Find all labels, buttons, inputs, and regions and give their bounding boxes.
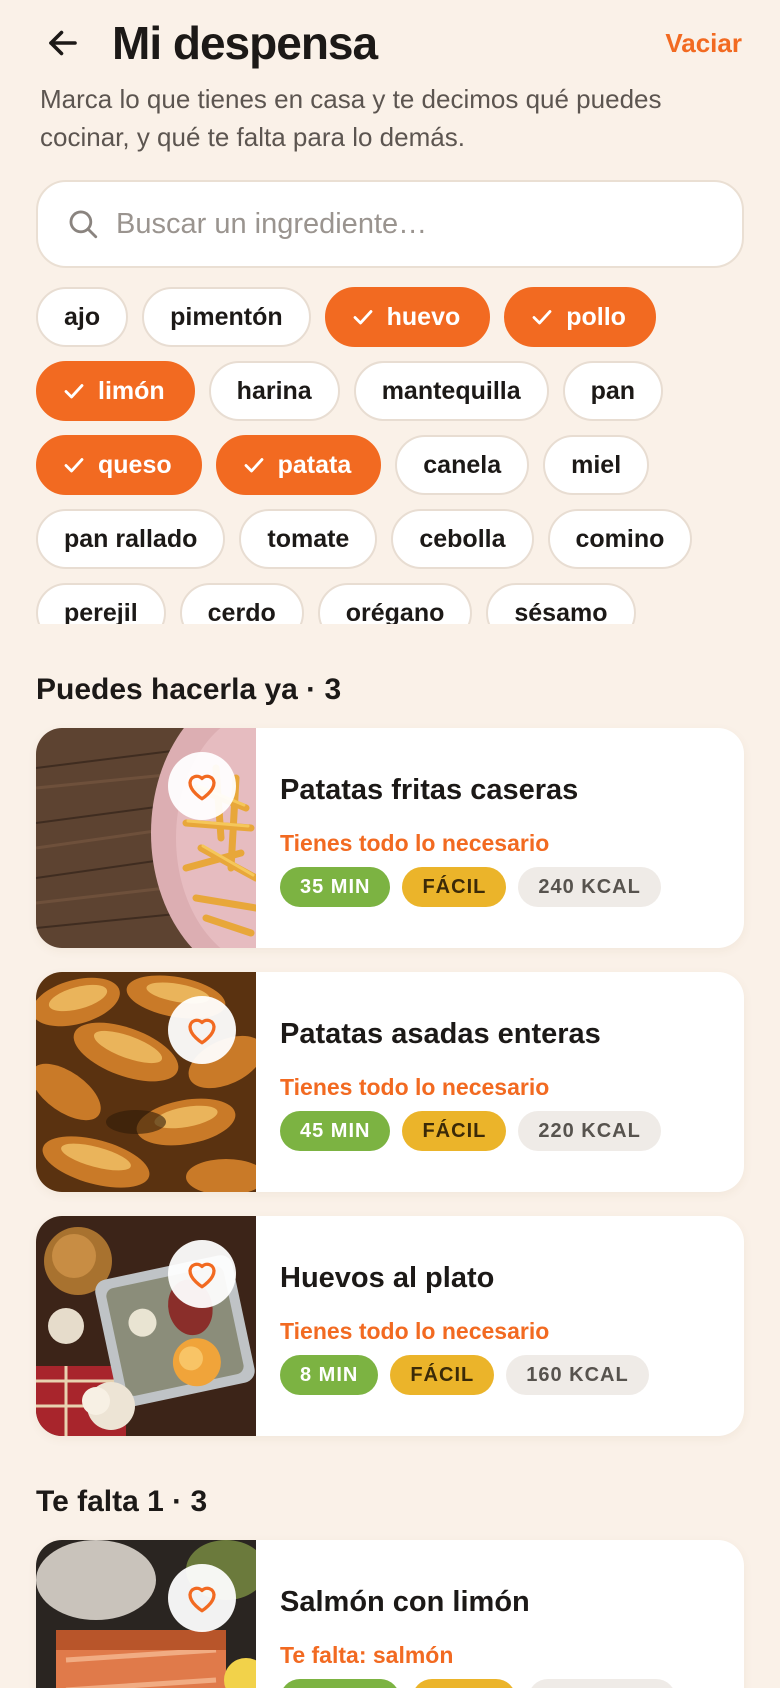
search-bar[interactable]	[36, 180, 744, 268]
recipe-badges: 8 MIN FÁCIL 160 KCAL	[280, 1355, 649, 1395]
ingredient-chip[interactable]: perejil	[36, 583, 166, 624]
ingredient-chip[interactable]: patata	[215, 435, 382, 495]
arrow-left-icon	[49, 30, 77, 56]
ingredient-chip[interactable]: pan	[562, 361, 664, 421]
ingredient-chip[interactable]: pan rallado	[36, 509, 226, 569]
recipe-status: Tienes todo lo necesario	[280, 830, 550, 856]
heart-outline-icon	[188, 1586, 216, 1613]
ingredient-chip-label: harina	[236, 376, 312, 405]
recipe-name: Salmón con limón	[280, 1586, 530, 1618]
time-badge: 8 MIN	[280, 1355, 379, 1395]
ingredient-chip-label: patata	[277, 450, 352, 479]
ingredient-chip-label: cebolla	[419, 524, 506, 553]
ingredient-chip[interactable]: queso	[36, 435, 202, 495]
calories-badge: 220 KCAL	[518, 1111, 661, 1151]
ingredient-chip[interactable]: tomate	[239, 509, 378, 569]
favorite-button[interactable]	[168, 1564, 236, 1632]
ingredient-chip-label: limón	[98, 376, 165, 405]
ingredient-chip-label: comino	[575, 524, 665, 553]
favorite-button[interactable]	[168, 1240, 236, 1308]
ingredient-chip[interactable]: canela	[395, 435, 530, 495]
recipe-status: Te falta: salmón	[280, 1642, 454, 1668]
recipe-badges: 35 MIN FÁCIL 240 KCAL	[280, 867, 661, 907]
ingredient-chip[interactable]: pimentón	[142, 287, 311, 347]
ingredient-chip-label: sésamo	[514, 598, 608, 625]
heart-outline-icon	[188, 1262, 216, 1289]
ingredient-chip-label: pollo	[566, 302, 626, 331]
time-badge: 45 MIN	[280, 1111, 391, 1151]
recipe-card[interactable]: Salmón con limón Te falta: salmón	[36, 1540, 744, 1688]
heart-outline-icon	[188, 1018, 216, 1045]
ingredient-chip-label: mantequilla	[381, 376, 521, 405]
ingredient-chip-label: perejil	[64, 598, 138, 625]
ingredient-search-input[interactable]	[116, 207, 716, 241]
recipe-card[interactable]: Huevos al plato Tienes todo lo necesario…	[36, 1216, 744, 1436]
ingredient-chip[interactable]: harina	[208, 361, 340, 421]
ingredient-chip-label: huevo	[386, 302, 461, 331]
heart-outline-icon	[188, 774, 216, 801]
ingredient-chip-label: queso	[98, 450, 172, 479]
check-icon	[244, 458, 264, 473]
ingredient-chip[interactable]: orégano	[317, 583, 473, 625]
difficulty-badge: FÁCIL	[402, 867, 507, 907]
section-title-missing-one: Te falta 1 · 3	[36, 1485, 208, 1518]
difficulty-badge: FÁCIL	[390, 1355, 495, 1395]
ingredient-chip[interactable]: miel	[543, 435, 650, 495]
ingredient-chip-label: miel	[571, 450, 622, 479]
recipe-card[interactable]: Patatas fritas caseras Tienes todo lo ne…	[36, 728, 744, 948]
recipe-badges: 45 MIN FÁCIL 220 KCAL	[280, 1111, 661, 1151]
ingredient-chip[interactable]: mantequilla	[353, 361, 549, 421]
favorite-button[interactable]	[168, 752, 236, 820]
section-title-ready: Puedes hacerla ya · 3	[36, 673, 342, 706]
recipe-name: Patatas fritas caseras	[280, 774, 579, 806]
recipe-status: Tienes todo lo necesario	[280, 1318, 550, 1344]
time-badge: 35 MIN	[280, 867, 391, 907]
ingredient-chip[interactable]: cerdo	[179, 583, 304, 625]
recipe-name: Huevos al plato	[280, 1262, 495, 1294]
ingredient-chip[interactable]: huevo	[324, 287, 491, 347]
recipe-card[interactable]: Patatas asadas enteras Tienes todo lo ne…	[36, 972, 744, 1192]
search-icon	[69, 210, 98, 239]
ingredient-chip[interactable]: cebolla	[391, 509, 534, 569]
ingredient-chip-label: cerdo	[207, 598, 276, 625]
page-subtitle: Marca lo que tienes en casa y te decimos…	[40, 84, 662, 152]
difficulty-badge: FÁCIL	[402, 1111, 507, 1151]
recipe-status: Tienes todo lo necesario	[280, 1074, 550, 1100]
ingredient-chip[interactable]: comino	[547, 509, 693, 569]
difficulty-badge	[412, 1679, 516, 1688]
back-button[interactable]	[38, 20, 88, 66]
recipe-name: Patatas asadas enteras	[280, 1018, 601, 1050]
calories-badge: 240 KCAL	[518, 867, 661, 907]
check-icon	[64, 458, 84, 473]
check-icon	[532, 310, 552, 325]
time-badge	[280, 1679, 400, 1688]
ingredient-chip-label: pan rallado	[64, 524, 198, 553]
page-title: Mi despensa	[112, 17, 378, 69]
favorite-button[interactable]	[168, 996, 236, 1064]
ingredient-chip[interactable]: ajo	[36, 287, 129, 347]
clear-pantry-button[interactable]: Vaciar	[665, 28, 742, 59]
check-icon	[353, 310, 373, 325]
check-icon	[64, 384, 84, 399]
calories-badge	[528, 1679, 676, 1688]
ingredient-chip-label: pimentón	[170, 302, 283, 331]
ingredient-chip-list: ajo pimentón huevo pollo limón harina mantequi…	[36, 287, 756, 624]
ingredient-chip-label: orégano	[345, 598, 445, 625]
ingredient-chip[interactable]: limón	[36, 361, 195, 421]
ingredient-chip[interactable]: pollo	[504, 287, 656, 347]
top-bar: Mi despensa Vaciar	[0, 0, 780, 86]
ingredient-chip-label: tomate	[267, 524, 350, 553]
ingredient-chip[interactable]: sésamo	[486, 583, 636, 625]
ingredient-chip-label: canela	[423, 450, 502, 479]
ingredient-chip-label: pan	[590, 376, 636, 405]
recipe-badges	[280, 1679, 676, 1688]
ingredient-chip-label: ajo	[64, 302, 101, 331]
calories-badge: 160 KCAL	[506, 1355, 649, 1395]
